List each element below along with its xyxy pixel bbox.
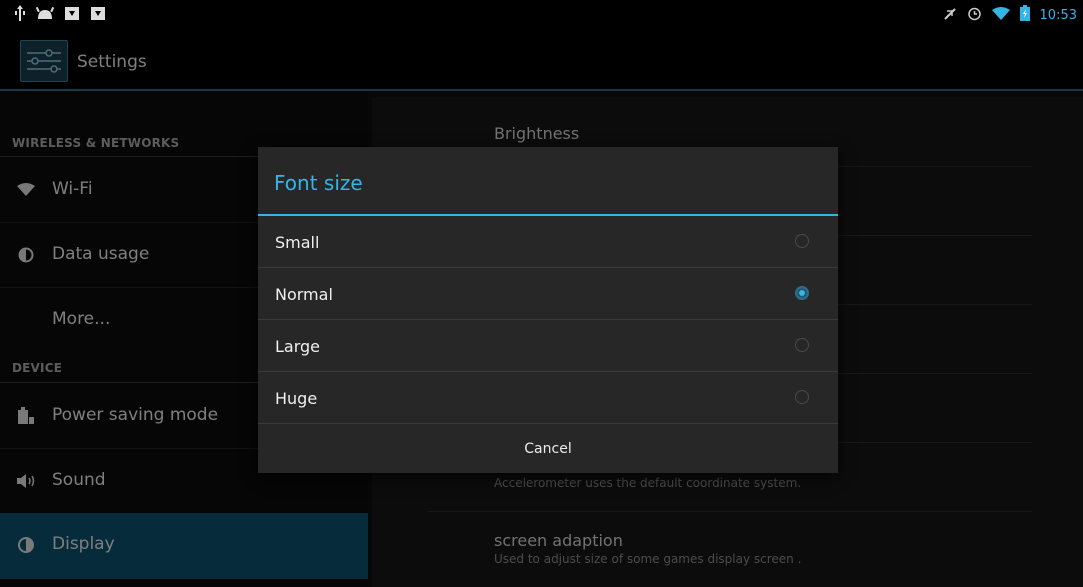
font-size-option-normal[interactable]: Normal <box>258 268 838 320</box>
font-size-option-large[interactable]: Large <box>258 320 838 372</box>
radio-button[interactable] <box>795 390 809 404</box>
cancel-button[interactable]: Cancel <box>258 423 838 473</box>
radio-button-selected[interactable] <box>795 286 809 300</box>
status-bar: 10:53 <box>0 0 1083 28</box>
dialog-title: Font size <box>274 171 363 195</box>
battery-charging-icon <box>1019 5 1030 25</box>
option-label: Normal <box>275 285 333 304</box>
option-label: Small <box>275 233 320 252</box>
radio-button[interactable] <box>795 234 809 248</box>
download-icon <box>90 5 106 25</box>
font-size-option-huge[interactable]: Huge <box>258 372 838 424</box>
option-label: Huge <box>275 389 318 408</box>
font-size-dialog: Font size Small Normal Large Huge Cancel <box>258 147 838 473</box>
cancel-label: Cancel <box>524 441 572 457</box>
option-label: Large <box>275 337 321 356</box>
android-debug-icon <box>35 6 55 25</box>
alarm-icon <box>967 6 982 25</box>
radio-button[interactable] <box>795 338 809 352</box>
usb-icon <box>14 5 26 25</box>
download-icon <box>64 5 80 25</box>
font-size-option-small[interactable]: Small <box>258 216 838 268</box>
mute-icon <box>943 6 957 25</box>
wifi-icon <box>991 6 1010 25</box>
clock: 10:53 <box>1039 7 1077 23</box>
